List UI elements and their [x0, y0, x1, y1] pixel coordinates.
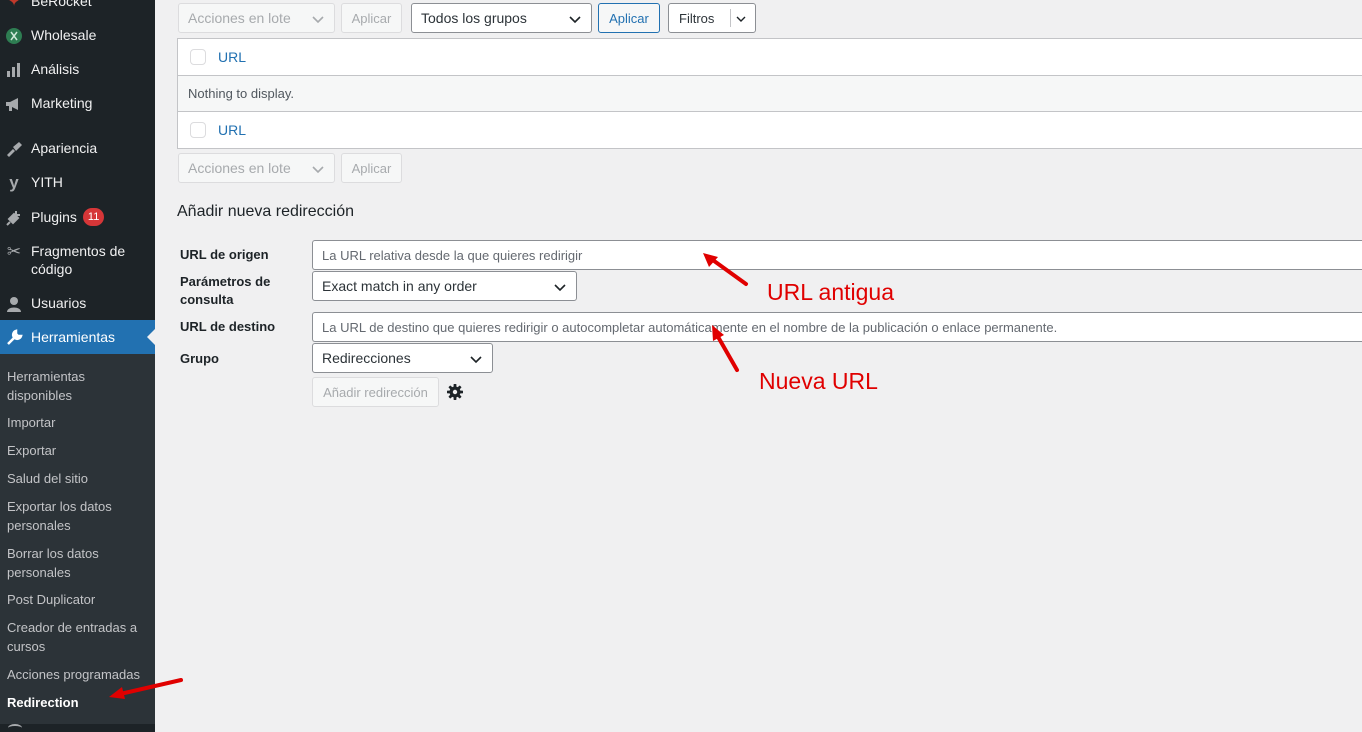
table-header-row: URL [178, 39, 1362, 76]
submenu-item-salud-del-sitio[interactable]: Salud del sitio [7, 469, 149, 488]
bulk-actions-value: Acciones en lote [188, 160, 291, 176]
filters-label: Filtros [679, 10, 715, 26]
query-params-value: Exact match in any order [322, 278, 477, 294]
source-url-label: URL de origen [180, 247, 269, 262]
submenu-item-post-duplicator[interactable]: Post Duplicator [7, 590, 149, 609]
sidebar-item-usuarios[interactable]: Usuarios [0, 294, 155, 314]
wholesale-icon [4, 26, 24, 46]
gear-icon[interactable] [446, 383, 464, 401]
submenu-item-importar[interactable]: Importar [7, 413, 149, 432]
sidebar-item-label: BeRocket [31, 0, 92, 9]
chevron-down-icon [310, 11, 326, 27]
annotation-arrow-new-url [712, 325, 739, 372]
sidebar-item-label: Plugins [31, 209, 77, 225]
plugins-update-badge: 11 [82, 208, 105, 226]
groups-select-value: Todos los grupos [421, 10, 527, 26]
tools-submenu: Herramientas disponibles Importar Export… [0, 354, 155, 724]
submenu-item-creador-entradas[interactable]: Creador de entradas a cursos [7, 618, 149, 656]
sidebar-item-apariencia[interactable]: Apariencia [0, 139, 155, 159]
sidebar-item-fragmentos[interactable]: ✂ Fragmentos de código [0, 242, 155, 278]
source-url-input[interactable]: La URL relativa desde la que quieres red… [312, 240, 1362, 270]
filters-divider [730, 9, 731, 27]
annotation-arrow-old-url [703, 253, 748, 286]
sidebar-item-label: Análisis [31, 61, 80, 77]
active-indicator [147, 329, 155, 345]
bulk-apply-button-bottom[interactable]: Aplicar [341, 153, 402, 183]
sidebar-item-label: Apariencia [31, 140, 98, 156]
group-select-value: Redirecciones [322, 350, 411, 366]
annotation-new-url: Nueva URL [759, 368, 878, 394]
sidebar-item-berocket[interactable]: ✦ BeRocket [0, 0, 155, 12]
scissors-icon: ✂ [6, 242, 22, 261]
url-column-footer[interactable]: URL [218, 122, 246, 138]
bulk-actions-value: Acciones en lote [188, 10, 291, 26]
query-params-select[interactable]: Exact match in any order [312, 271, 577, 301]
sidebar-item-marketing[interactable]: Marketing [0, 94, 155, 114]
user-icon [4, 294, 24, 314]
empty-message: Nothing to display. [188, 86, 294, 101]
chevron-down-icon [310, 161, 326, 177]
chevron-down-icon [733, 11, 749, 27]
sidebar-item-label: Usuarios [31, 295, 87, 311]
sidebar-item-label: Marketing [31, 95, 93, 111]
submenu-item-borrar-datos[interactable]: Borrar los datos personales [7, 544, 149, 582]
url-column-header[interactable]: URL [218, 49, 246, 65]
filters-dropdown[interactable]: Filtros [668, 3, 756, 33]
chevron-down-icon [552, 279, 568, 295]
group-label: Grupo [180, 351, 219, 366]
sidebar-item-label: Herramientas [31, 329, 116, 345]
target-url-input[interactable]: La URL de destino que quieres redirigir … [312, 312, 1362, 342]
query-params-label: Parámetros de consulta [180, 274, 271, 307]
paintbrush-icon [4, 139, 24, 159]
plugin-icon [4, 208, 24, 228]
table-empty-row: Nothing to display. [178, 76, 1362, 112]
wrench-icon [4, 327, 24, 347]
admin-sidebar: ✦ BeRocket Wholesale Análisis Marketing … [0, 0, 155, 732]
select-all-checkbox-footer[interactable] [190, 122, 206, 138]
sidebar-item-label: YITH [31, 174, 63, 190]
annotation-arrow-redirection [109, 678, 183, 699]
sidebar-item-plugins[interactable]: Plugins 11 [0, 208, 155, 228]
annotation-old-url: URL antigua [767, 279, 895, 305]
form-title: Añadir nueva redirección [177, 203, 354, 220]
group-select[interactable]: Redirecciones [312, 343, 493, 373]
megaphone-icon [4, 94, 24, 114]
select-all-checkbox[interactable] [190, 49, 206, 65]
group-apply-button[interactable]: Aplicar [598, 3, 660, 33]
bulk-apply-button[interactable]: Aplicar [341, 3, 402, 33]
yith-icon: y [9, 173, 19, 192]
add-redirect-button[interactable]: Añadir redirección [312, 377, 439, 407]
sidebar-item-label: Wholesale [31, 27, 97, 43]
chevron-down-icon [567, 11, 583, 27]
bottom-menu-icon [8, 724, 22, 732]
sidebar-item-label: Fragmentos de código [31, 243, 126, 277]
submenu-item-exportar[interactable]: Exportar [7, 441, 149, 460]
sidebar-item-analisis[interactable]: Análisis [0, 60, 155, 80]
rocket-icon: ✦ [7, 0, 21, 10]
target-url-label: URL de destino [180, 319, 276, 334]
submenu-item-exportar-datos[interactable]: Exportar los datos personales [7, 497, 149, 535]
table-footer-row: URL [178, 112, 1362, 148]
redirects-table: URL Nothing to display. URL [177, 38, 1362, 149]
bulk-actions-select-bottom[interactable]: Acciones en lote [178, 153, 335, 183]
bar-chart-icon [4, 60, 24, 80]
bulk-actions-select[interactable]: Acciones en lote [178, 3, 335, 33]
submenu-item-herramientas-disponibles[interactable]: Herramientas disponibles [7, 367, 149, 405]
chevron-down-icon [468, 351, 484, 367]
sidebar-item-herramientas[interactable]: Herramientas [0, 320, 155, 354]
sidebar-item-yith[interactable]: y YITH [0, 173, 155, 193]
groups-select[interactable]: Todos los grupos [411, 3, 592, 33]
sidebar-item-wholesale[interactable]: Wholesale [0, 26, 155, 46]
